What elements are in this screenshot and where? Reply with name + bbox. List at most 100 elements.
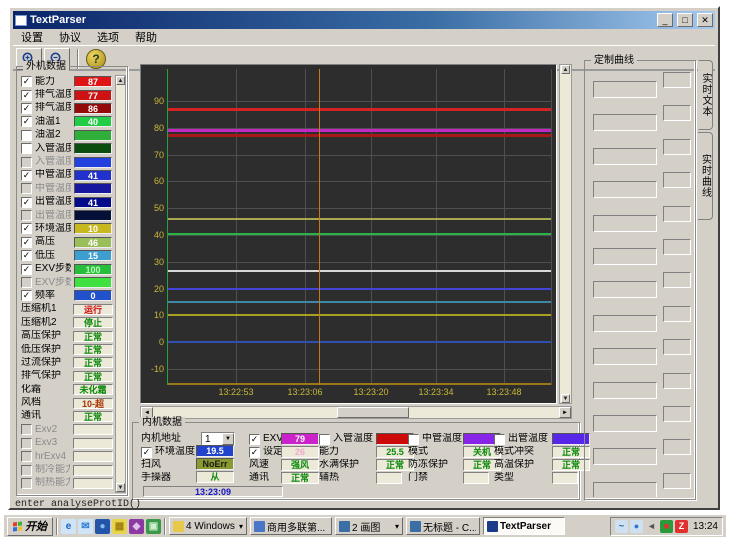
curve-value-slot[interactable] <box>663 172 691 188</box>
curve-value-slot[interactable] <box>663 373 691 389</box>
sidebar-item-label: 油温2 <box>35 129 71 141</box>
curve-name-slot[interactable] <box>593 281 657 298</box>
value-badge: 87 <box>74 76 112 87</box>
checkbox[interactable]: ✓ <box>21 223 32 234</box>
task-button[interactable]: TextParser <box>483 517 565 535</box>
start-button[interactable]: 开始 <box>7 517 53 536</box>
checkbox[interactable] <box>21 130 32 141</box>
flashget-icon[interactable]: Z <box>675 520 688 533</box>
tab-realtime-text[interactable]: 实时文本 <box>698 60 713 130</box>
curve-value-slot[interactable] <box>663 306 691 322</box>
sidebar-scrollbar[interactable]: ▲ ▼ <box>115 75 126 493</box>
checkbox[interactable] <box>21 438 32 449</box>
scroll-down-icon[interactable]: ▼ <box>561 394 570 403</box>
checkbox[interactable] <box>21 210 32 221</box>
chart-horizontal-scrollbar[interactable]: ◄ ► <box>140 406 572 419</box>
h-gridline <box>167 235 551 236</box>
task-button[interactable]: 2 画图▾ <box>335 517 403 535</box>
checkbox[interactable] <box>21 424 32 435</box>
realtime-curve-chart[interactable]: 9080706050403020100-1013:22:5313:23:0613… <box>140 64 557 404</box>
chart-plot[interactable] <box>167 69 551 385</box>
checkbox[interactable]: ✓ <box>21 103 32 114</box>
curve-value-slot[interactable] <box>663 239 691 255</box>
volume-icon[interactable]: ◄ <box>645 520 658 533</box>
checkbox[interactable]: ✓ <box>21 90 32 101</box>
curve-name-slot[interactable] <box>593 482 657 497</box>
messenger-icon[interactable]: ● <box>630 520 643 533</box>
menu-item[interactable]: 选项 <box>89 28 127 46</box>
scroll-up-icon[interactable]: ▲ <box>561 65 570 74</box>
indoor-label: 风速 <box>249 459 269 471</box>
ie-icon[interactable]: e <box>61 519 76 534</box>
checkbox[interactable]: ✓ <box>249 447 260 458</box>
address-dropdown[interactable]: 1▼ <box>201 432 235 446</box>
notes-icon[interactable]: ▦ <box>112 519 127 534</box>
checkbox[interactable]: ✓ <box>21 264 32 275</box>
scroll-right-icon[interactable]: ► <box>559 407 571 418</box>
curve-name-slot[interactable] <box>593 448 657 465</box>
task-button[interactable]: 商用多联第... <box>250 517 332 535</box>
checkbox[interactable] <box>408 434 419 445</box>
curve-name-slot[interactable] <box>593 215 657 232</box>
checkbox[interactable] <box>21 157 32 168</box>
curve-name-slot[interactable] <box>593 382 657 399</box>
checkbox[interactable]: ✓ <box>21 250 32 261</box>
menu-item[interactable]: 协议 <box>51 28 89 46</box>
checkbox[interactable] <box>21 183 32 194</box>
curve-name-slot[interactable] <box>593 248 657 265</box>
menu-item[interactable]: 帮助 <box>127 28 165 46</box>
curve-name-slot[interactable] <box>593 348 657 365</box>
checkbox[interactable]: ✓ <box>21 237 32 248</box>
minimize-button[interactable]: _ <box>657 13 673 27</box>
scroll-down-icon[interactable]: ▼ <box>116 483 125 492</box>
checkbox[interactable] <box>21 277 32 288</box>
curve-name-slot[interactable] <box>593 114 657 131</box>
scrollbar-thumb[interactable] <box>337 407 409 418</box>
curve-value-slot[interactable] <box>663 406 691 422</box>
folder-icon[interactable]: ▣ <box>146 519 161 534</box>
curve-value-slot[interactable] <box>663 272 691 288</box>
chart-vertical-scrollbar[interactable]: ▲ ▼ <box>559 64 572 404</box>
value-badge <box>74 210 112 221</box>
task-button[interactable]: 无标题 - C... <box>406 517 480 535</box>
tab-realtime-curve[interactable]: 实时曲线 <box>698 132 713 220</box>
media-player-icon[interactable]: ● <box>95 519 110 534</box>
titlebar[interactable]: TextParser _ □ ✕ <box>13 11 715 29</box>
curve-value-slot[interactable] <box>663 206 691 222</box>
outlook-express-icon[interactable]: ✉ <box>78 519 93 534</box>
checkbox[interactable]: ✓ <box>21 197 32 208</box>
bird-icon[interactable]: ~ <box>615 520 628 533</box>
chart-cursor[interactable] <box>319 69 320 385</box>
checkbox[interactable] <box>21 451 32 462</box>
checkbox[interactable]: ✓ <box>21 76 32 87</box>
curve-value-slot[interactable] <box>663 439 691 455</box>
curve-value-slot[interactable] <box>663 339 691 355</box>
checkbox[interactable] <box>319 434 330 445</box>
scroll-up-icon[interactable]: ▲ <box>116 76 125 85</box>
checkbox[interactable] <box>21 478 32 489</box>
curve-value-slot[interactable] <box>663 105 691 121</box>
close-button[interactable]: ✕ <box>697 13 713 27</box>
curve-name-slot[interactable] <box>593 415 657 432</box>
menu-item[interactable]: 设置 <box>13 28 51 46</box>
checkbox[interactable]: ✓ <box>141 447 152 458</box>
maximize-button[interactable]: □ <box>677 13 693 27</box>
checkbox[interactable] <box>21 143 32 154</box>
curve-value-slot[interactable] <box>663 473 691 489</box>
security-icon[interactable]: ◆ <box>129 519 144 534</box>
checkbox[interactable] <box>21 465 32 476</box>
curve-name-slot[interactable] <box>593 148 657 165</box>
checkbox[interactable]: ✓ <box>21 116 32 127</box>
checkbox[interactable] <box>494 434 505 445</box>
checkbox[interactable]: ✓ <box>21 290 32 301</box>
task-button[interactable]: 4 Windows ...▾ <box>169 517 247 535</box>
checkbox[interactable]: ✓ <box>21 170 32 181</box>
curve-name-slot[interactable] <box>593 181 657 198</box>
curve-name-slot[interactable] <box>593 315 657 332</box>
antivirus-icon[interactable]: ■ <box>660 520 673 533</box>
curve-value-slot[interactable] <box>663 72 691 88</box>
dropdown-arrow-icon[interactable]: ▼ <box>222 433 234 445</box>
curve-value-slot[interactable] <box>663 139 691 155</box>
checkbox[interactable]: ✓ <box>249 434 260 445</box>
curve-name-slot[interactable] <box>593 81 657 98</box>
